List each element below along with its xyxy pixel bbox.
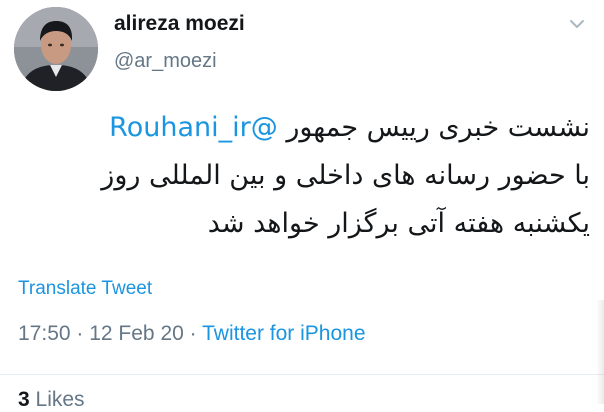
tweet-line-3: یکشنبه هفته آتی برگزار خواهد شد xyxy=(207,208,590,239)
tweet-meta: 17:50 · 12 Feb 20 · Twitter for iPhone xyxy=(18,322,366,346)
likes-stat[interactable]: 3 Likes xyxy=(18,388,85,412)
mention-link[interactable]: @Rouhani_ir xyxy=(109,112,278,143)
tweet-line-1: نشست خبری رییس جمهور @Rouhani_ir xyxy=(14,104,590,152)
tweet-time[interactable]: 17:50 xyxy=(18,322,71,345)
meta-separator: · xyxy=(70,322,90,345)
tweet-date[interactable]: 12 Feb 20 xyxy=(89,322,184,345)
edge-shadow xyxy=(596,300,604,404)
author-name[interactable]: alireza moezi xyxy=(114,12,245,36)
tweet-source[interactable]: Twitter for iPhone xyxy=(202,322,365,345)
meta-separator: · xyxy=(183,322,203,345)
translate-tweet-link[interactable]: Translate Tweet xyxy=(18,278,152,300)
tweet-text: نشست خبری رییس جمهور @Rouhani_ir با حضور… xyxy=(14,104,590,248)
avatar[interactable] xyxy=(14,7,98,91)
tweet-line-2: با حضور رسانه های داخلی و بین المللی روز xyxy=(101,160,590,191)
author-handle[interactable]: @ar_moezi xyxy=(114,50,217,73)
divider xyxy=(0,374,604,375)
avatar-image xyxy=(14,7,98,91)
tweet-line-1-text: نشست خبری رییس جمهور xyxy=(277,112,590,143)
likes-label: Likes xyxy=(35,388,85,411)
likes-count: 3 xyxy=(18,388,30,411)
chevron-down-icon[interactable] xyxy=(567,14,587,34)
